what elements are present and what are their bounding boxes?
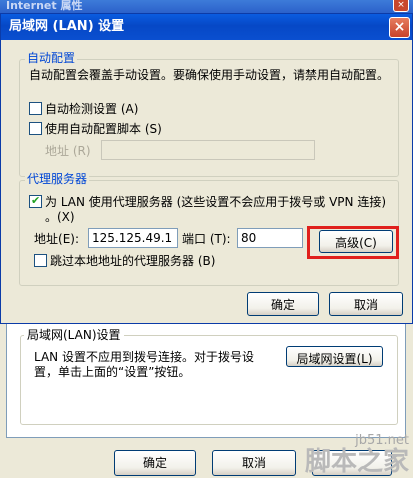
use-proxy-label-line2: 。(X) bbox=[45, 210, 75, 224]
use-proxy-label-line1: 为 LAN 使用代理服务器 (这些设置不会应用于拨号或 VPN 连接) bbox=[45, 195, 387, 209]
properties-ok-button[interactable]: 确定 bbox=[114, 450, 196, 476]
auto-detect-checkbox[interactable] bbox=[29, 102, 42, 115]
auto-config-description: 自动配置会覆盖手动设置。要确保使用手动设置，请禁用自动配置。 bbox=[29, 68, 390, 82]
dialog-ok-button[interactable]: 确定 bbox=[247, 292, 319, 316]
proxy-address-label: 地址(E): bbox=[34, 232, 80, 246]
dialog-title: 局域网 (LAN) 设置 bbox=[1, 14, 412, 40]
proxy-port-label: 端口 (T): bbox=[182, 232, 231, 246]
use-script-checkbox[interactable] bbox=[29, 122, 42, 135]
bypass-local-checkbox[interactable] bbox=[34, 254, 47, 267]
properties-cancel-button[interactable]: 取消 bbox=[212, 450, 296, 476]
auto-detect-label: 自动检测设置 (A) bbox=[45, 102, 139, 116]
close-icon[interactable]: × bbox=[389, 17, 410, 38]
script-address-label: 地址 (R) bbox=[45, 144, 91, 158]
use-script-label: 使用自动配置脚本 (S) bbox=[45, 122, 162, 136]
lan-settings-dialog: 局域网 (LAN) 设置 × 自动配置 自动配置会覆盖手动设置。要确保使用手动设… bbox=[0, 13, 413, 324]
auto-config-legend: 自动配置 bbox=[25, 51, 78, 65]
internet-properties-close-icon[interactable]: × bbox=[393, 0, 409, 12]
proxy-server-legend: 代理服务器 bbox=[25, 172, 90, 186]
internet-properties-title: Internet 属性 bbox=[0, 0, 413, 14]
lan-settings-description: LAN 设置不应用到拨号连接。对于拨号设置，单击上面的“设置”按钮。 bbox=[34, 350, 254, 379]
bypass-local-label: 跳过本地地址的代理服务器 (B) bbox=[50, 254, 216, 268]
use-proxy-checkbox[interactable] bbox=[29, 194, 42, 208]
script-address-input[interactable] bbox=[101, 140, 315, 160]
watermark-url: jb51.net bbox=[355, 433, 409, 448]
lan-settings-button[interactable]: 局域网设置(L) bbox=[286, 346, 383, 367]
watermark-brand: 脚本之家 bbox=[304, 447, 409, 477]
proxy-port-input[interactable]: 80 bbox=[237, 228, 303, 248]
advanced-button-highlight bbox=[307, 226, 399, 259]
proxy-address-input[interactable]: 125.125.49.1 bbox=[88, 228, 178, 248]
lan-settings-group-title: 局域网(LAN)设置 bbox=[24, 329, 124, 342]
watermark: jb51.net 脚本之家 bbox=[304, 433, 409, 477]
dialog-cancel-button[interactable]: 取消 bbox=[329, 292, 403, 316]
